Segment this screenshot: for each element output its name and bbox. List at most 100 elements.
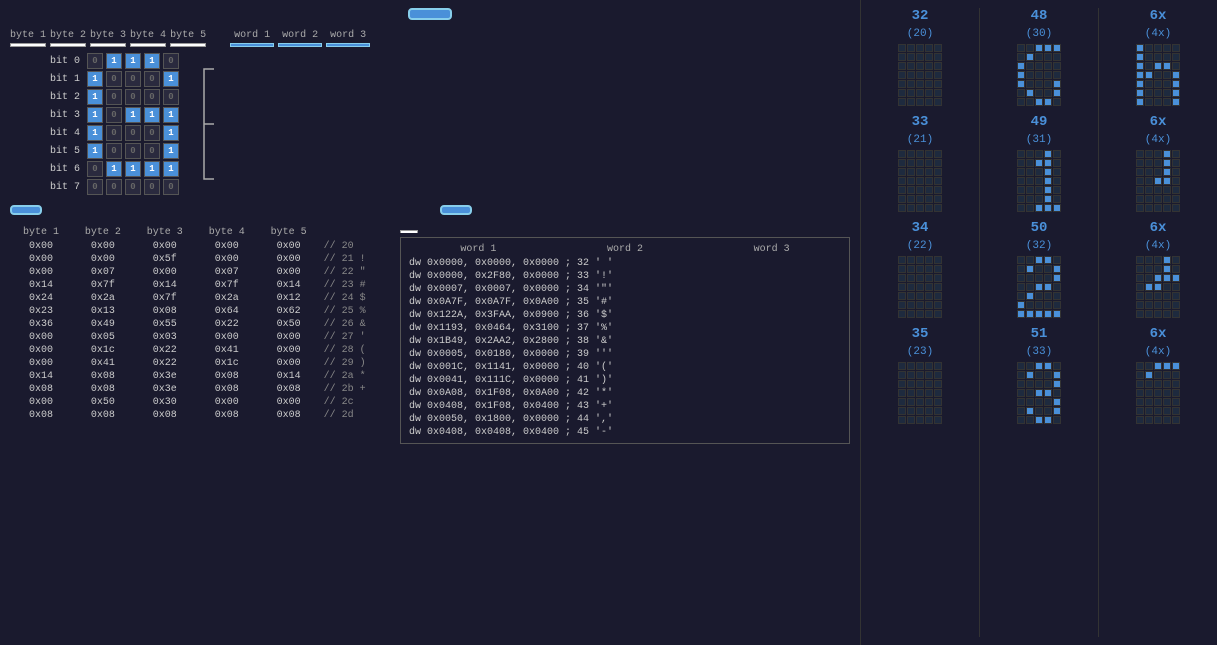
output-col-header-2: word 2 [552,242,699,257]
pixel [1163,301,1171,309]
pixel [898,389,906,397]
pixel [1044,265,1052,273]
input-cell-8-2: 0x22 [134,344,196,357]
pixel [898,98,906,106]
pixel [916,389,924,397]
input-cell-12-1: 0x50 [72,396,134,409]
input-cell-0-3: 0x00 [196,240,258,253]
bit-row-6: bit 601111 [50,161,179,177]
input-cell-10-2: 0x3e [134,370,196,383]
bit-grid-container: bit 001110bit 110001bit 210000bit 310111… [50,53,179,195]
pixel [925,389,933,397]
app-title [408,8,452,20]
output-table-wrapper: word 1 word 2 word 3 dw 0x0000, 0x0000, … [400,237,850,444]
bit-cell-6-2: 1 [125,161,141,177]
pixel [1163,168,1171,176]
pixel [1145,301,1153,309]
input-cell-9-0: 0x00 [10,357,72,370]
pixel [1035,398,1043,406]
output-col-header-3: word 3 [698,242,845,257]
pixel [1026,80,1034,88]
bit-cell-1-3: 0 [144,71,160,87]
pixel [1145,150,1153,158]
input-cell-7-1: 0x05 [72,331,134,344]
pixel [1053,71,1061,79]
char-number-2-1: 6x [1150,114,1167,130]
pixel [925,380,933,388]
pixel [1044,274,1052,282]
pixel [1172,177,1180,185]
pixel [1163,265,1171,273]
pixel [1136,265,1144,273]
char-sub-0-3: (23) [907,346,933,358]
pixel [916,407,924,415]
input-cell-8-1: 0x1c [72,344,134,357]
input-table: byte 1 byte 2 byte 3 byte 4 byte 5 0x000… [10,225,390,422]
pixel [1044,407,1052,415]
table-row: dw 0x122A, 0x3FAA, 0x0900 ; 36 '$' [405,309,845,322]
byte-value-3 [90,43,126,47]
pixel [1172,389,1180,397]
char-entry-2-0: 6x(4x) [1136,8,1180,106]
pixel [1044,80,1052,88]
pixel [1172,159,1180,167]
pixel [1136,310,1144,318]
char-entry-1-2: 50(32) [1017,220,1061,318]
pixel [1172,274,1180,282]
pixel [907,159,915,167]
char-number-0-1: 33 [912,114,929,130]
input-cell-10-4: 0x14 [258,370,320,383]
pixel [934,380,942,388]
bit-row-label-5: bit 5 [50,146,80,157]
pixel [934,177,942,185]
section-labels-row [10,205,850,215]
char-grid-2-2 [1136,256,1180,318]
pixel [925,89,933,97]
pixel [934,44,942,52]
pixel [1136,195,1144,203]
bit-row-3: bit 310111 [50,107,179,123]
pixel [916,159,924,167]
pixel [1136,186,1144,194]
pixel [1136,150,1144,158]
input-col-header-1: byte 1 [10,225,72,240]
pixel [898,71,906,79]
pixel [934,204,942,212]
char-sub-2-2: (4x) [1145,240,1171,252]
pixel [934,274,942,282]
pixel [898,407,906,415]
table-row: 0x140x7f0x140x7f0x14// 23 # [10,279,390,292]
pixel [1035,44,1043,52]
pixel [1154,71,1162,79]
pixel [1154,265,1162,273]
pixel [1163,195,1171,203]
pixel [1053,159,1061,167]
input-cell-9-3: 0x1c [196,357,258,370]
pixel [1154,89,1162,97]
byte-value-4 [130,43,166,47]
pixel [898,256,906,264]
pixel [1145,186,1153,194]
pixel [898,371,906,379]
input-cell-12-5: // 2c [320,396,390,409]
pixel [898,380,906,388]
pixel [916,204,924,212]
table-row: 0x000x050x030x000x00// 27 ' [10,331,390,344]
pixel [934,150,942,158]
pixel [1026,274,1034,282]
pixel [1136,71,1144,79]
table-row: dw 0x001C, 0x1141, 0x0000 ; 40 '(' [405,361,845,374]
pixel [1172,80,1180,88]
pixel [1136,380,1144,388]
pixel [1044,362,1052,370]
byte-label-5: byte 5 [170,30,206,41]
asm-tab[interactable] [400,230,418,233]
pixel [1154,301,1162,309]
pixel [1026,407,1034,415]
pixel [1017,310,1025,318]
pixel [1035,89,1043,97]
pixel [1053,256,1061,264]
table-row: dw 0x0005, 0x0180, 0x0000 ; 39 ''' [405,348,845,361]
pixel [925,283,933,291]
pixel [934,186,942,194]
